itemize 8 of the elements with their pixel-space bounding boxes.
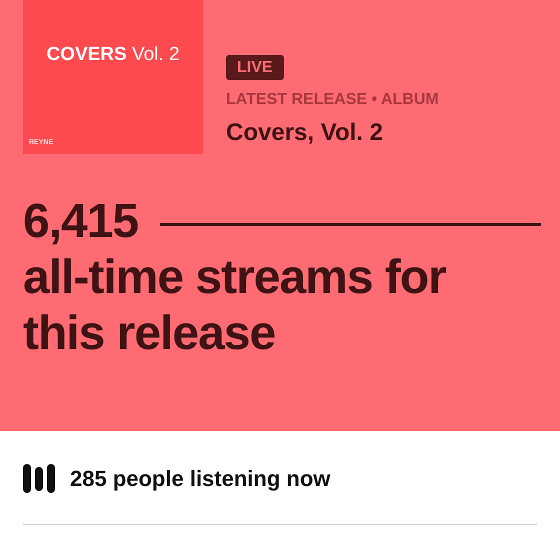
release-title: Covers, Vol. 2 bbox=[226, 119, 383, 147]
equalizer-icon bbox=[23, 464, 56, 493]
live-badge: LIVE bbox=[226, 55, 284, 80]
listeners-count: 285 people listening now bbox=[70, 464, 330, 492]
stream-caption: all-time streams for this release bbox=[23, 250, 448, 362]
cover-title: COVERS Vol. 2 bbox=[46, 43, 180, 67]
release-type: LATEST RELEASE • ALBUM bbox=[226, 90, 439, 110]
stream-count: 6,415 bbox=[23, 194, 138, 250]
